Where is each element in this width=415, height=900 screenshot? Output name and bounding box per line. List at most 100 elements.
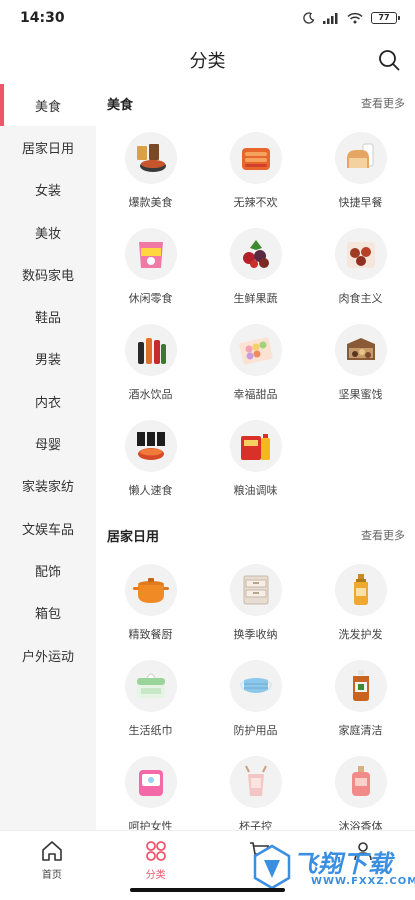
tissue-icon	[124, 660, 177, 712]
sidebar-item-home-daily[interactable]: 居家日用	[0, 126, 96, 168]
category-item[interactable]: 肉食主义	[308, 218, 413, 314]
category-item[interactable]: 懒人速食	[98, 410, 203, 506]
sidebar-item-label: 数码家电	[21, 268, 74, 284]
sidebar-item-label: 鞋品	[34, 311, 61, 327]
status-icons: 77	[303, 12, 400, 24]
sidebar-item-label: 箱包	[34, 607, 61, 623]
snack-bag-icon	[124, 228, 177, 280]
sidebar-item-label: 美妆	[34, 226, 61, 242]
category-item[interactable]: 换季收纳	[203, 554, 308, 650]
sidebar-item-label: 配饰	[34, 564, 61, 580]
sidebar-item-shoes[interactable]: 鞋品	[0, 295, 96, 337]
food-bowl-icon	[124, 132, 177, 184]
category-item[interactable]: 休闲零食	[98, 218, 203, 314]
category-sidebar: 美食 居家日用 女装 美妆 数码家电 鞋品 男装 内衣 母婴 家装家纺 文娱车品…	[0, 84, 96, 830]
section-header-food: 美食 查看更多	[96, 84, 415, 122]
status-bar: 14:30 77	[0, 0, 415, 36]
category-item[interactable]: 精致餐厨	[98, 554, 203, 650]
sidebar-item-label: 女装	[34, 184, 61, 200]
rice-oil-icon	[229, 420, 282, 472]
watermark-title: 飞翔下载	[293, 850, 393, 878]
category-item[interactable]: 杯子控	[203, 746, 308, 830]
category-item-label: 洗发护发	[338, 628, 383, 641]
nuts-icon	[334, 324, 387, 376]
sidebar-item-accessories[interactable]: 配饰	[0, 549, 96, 591]
sidebar-item-label: 母婴	[34, 438, 61, 454]
home-indicator	[130, 888, 285, 892]
sidebar-item-home-textile[interactable]: 家装家纺	[0, 465, 96, 507]
drinks-icon	[124, 324, 177, 376]
category-item[interactable]: 无辣不欢	[203, 122, 308, 218]
sidebar-item-food[interactable]: 美食	[0, 84, 96, 127]
category-item-label: 粮油调味	[233, 484, 278, 497]
sidebar-item-label: 男装	[34, 353, 61, 369]
sidebar-item-bags[interactable]: 箱包	[0, 592, 96, 634]
category-item-label: 沐浴香体	[338, 820, 383, 830]
category-item[interactable]: 洗发护发	[308, 554, 413, 650]
category-item[interactable]: 快捷早餐	[308, 122, 413, 218]
category-item[interactable]: 生鲜果蔬	[203, 218, 308, 314]
category-item[interactable]: 沐浴香体	[308, 746, 413, 830]
category-icon	[145, 841, 166, 861]
category-item[interactable]: 酒水饮品	[98, 314, 203, 410]
section-divider	[96, 506, 415, 516]
sidebar-item-label: 户外运动	[21, 649, 74, 665]
category-item-label: 换季收纳	[233, 628, 278, 641]
cup-icon	[229, 756, 282, 808]
sidebar-item-mens-wear[interactable]: 男装	[0, 338, 96, 380]
category-item-label: 幸福甜品	[233, 388, 278, 401]
sidebar-item-label: 居家日用	[21, 141, 74, 157]
fruit-icon	[229, 228, 282, 280]
sidebar-item-beauty[interactable]: 美妆	[0, 211, 96, 253]
view-more-link[interactable]: 查看更多	[361, 95, 405, 111]
home-icon	[42, 841, 62, 861]
category-item-label: 杯子控	[239, 820, 272, 830]
category-item-label: 酒水饮品	[128, 388, 173, 401]
page-title: 分类	[189, 51, 226, 72]
search-icon[interactable]	[377, 48, 401, 72]
category-item-label: 生鲜果蔬	[233, 292, 278, 305]
header: 分类	[0, 36, 415, 84]
sidebar-item-entertainment-car[interactable]: 文娱车品	[0, 507, 96, 549]
category-item[interactable]: 防护用品	[203, 650, 308, 746]
category-item[interactable]: 爆款美食	[98, 122, 203, 218]
signal-icon	[323, 13, 338, 24]
category-item[interactable]: 生活纸巾	[98, 650, 203, 746]
watermark-url: WWW.FXXZ.COM	[311, 876, 415, 887]
wifi-icon	[347, 12, 363, 24]
tab-label: 分类	[145, 870, 166, 881]
sidebar-item-underwear[interactable]: 内衣	[0, 380, 96, 422]
sidebar-item-label: 家装家纺	[21, 480, 74, 496]
instant-noodle-icon	[124, 420, 177, 472]
category-item[interactable]: 粮油调味	[203, 410, 308, 506]
sidebar-item-baby[interactable]: 母婴	[0, 422, 96, 464]
category-item[interactable]: 幸福甜品	[203, 314, 308, 410]
meat-icon	[334, 228, 387, 280]
category-item-label: 精致餐厨	[128, 628, 173, 641]
category-item-label: 快捷早餐	[338, 196, 383, 209]
spicy-snack-icon	[229, 132, 282, 184]
category-item-label: 呵护女性	[128, 820, 173, 830]
category-item-label: 家庭清洁	[338, 724, 383, 737]
sidebar-item-womens-wear[interactable]: 女装	[0, 169, 96, 211]
dessert-icon	[229, 324, 282, 376]
shampoo-icon	[334, 564, 387, 616]
category-item[interactable]: 坚果蜜饯	[308, 314, 413, 410]
sidebar-item-outdoor[interactable]: 户外运动	[0, 634, 96, 676]
moon-icon	[303, 12, 315, 24]
tab-home[interactable]: 首页	[0, 831, 104, 900]
category-item-label: 坚果蜜饯	[338, 388, 383, 401]
pot-icon	[124, 564, 177, 616]
category-item-label: 防护用品	[233, 724, 278, 737]
category-item[interactable]: 家庭清洁	[308, 650, 413, 746]
category-grid-food: 爆款美食 无辣不欢 快捷早餐 休闲零食 生鲜果蔬 肉食主义 酒水饮品 幸福甜品	[96, 122, 415, 506]
sidebar-item-digital[interactable]: 数码家电	[0, 253, 96, 295]
bread-milk-icon	[334, 132, 387, 184]
category-item-label: 生活纸巾	[128, 724, 173, 737]
category-item[interactable]: 呵护女性	[98, 746, 203, 830]
section-title: 美食	[107, 97, 134, 113]
status-time: 14:30	[20, 10, 65, 26]
section-header-home-daily: 居家日用 查看更多	[96, 516, 415, 554]
category-item-label: 休闲零食	[128, 292, 173, 305]
view-more-link[interactable]: 查看更多	[361, 527, 405, 543]
